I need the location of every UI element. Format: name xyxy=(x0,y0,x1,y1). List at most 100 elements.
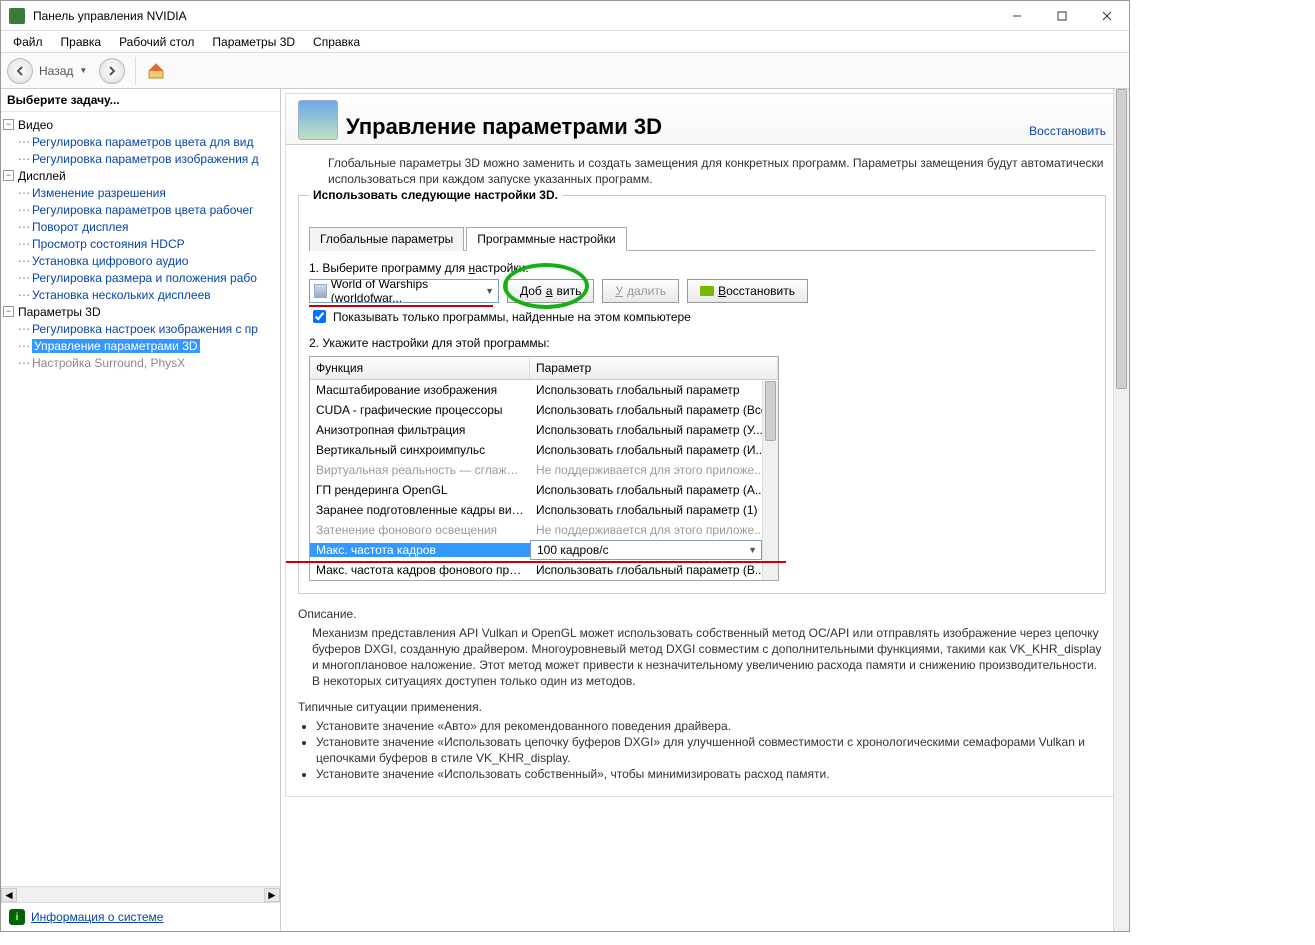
typical-title: Типичные ситуации применения. xyxy=(298,699,1106,715)
step2-label: 2. Укажите настройки для этой программы: xyxy=(309,336,1095,350)
description-block: Описание. Механизм представления API Vul… xyxy=(286,606,1118,796)
nvidia-app-icon xyxy=(9,8,25,24)
nav-history-dropdown[interactable]: ▼ xyxy=(79,66,87,75)
table-row[interactable]: Макс. частота кадров фонового прило...Ис… xyxy=(310,560,778,580)
tree-item-desktop-color[interactable]: ⋯Регулировка параметров цвета рабочег xyxy=(3,201,278,218)
table-row[interactable]: Масштабирование изображенияИспользовать … xyxy=(310,380,778,400)
nav-back-button[interactable] xyxy=(7,58,33,84)
table-scrollbar[interactable] xyxy=(762,381,778,580)
show-found-only-input[interactable] xyxy=(313,310,326,323)
maximize-button[interactable] xyxy=(1039,1,1084,31)
sidebar-hscrollbar[interactable]: ◄ ► xyxy=(1,886,280,902)
tree-item-video-color[interactable]: ⋯Регулировка параметров цвета для вид xyxy=(3,133,278,150)
tree-item-surround-physx[interactable]: ⋯Настройка Surround, PhysX xyxy=(3,354,278,371)
page-header: Управление параметрами 3D Восстановить xyxy=(286,94,1118,145)
tree-item-resolution[interactable]: ⋯Изменение разрешения xyxy=(3,184,278,201)
system-info-link[interactable]: Информация о системе xyxy=(31,910,163,924)
main-scrollbar[interactable] xyxy=(1113,89,1129,931)
table-row-selected[interactable]: Макс. частота кадров 100 кадров/с ▼ xyxy=(310,540,778,560)
tree-item-multimon[interactable]: ⋯Установка нескольких дисплеев xyxy=(3,286,278,303)
col-function[interactable]: Функция xyxy=(310,357,530,379)
main-area: Управление параметрами 3D Восстановить Г… xyxy=(281,89,1129,931)
minimize-button[interactable] xyxy=(994,1,1039,31)
table-row[interactable]: Вертикальный синхроимпульсИспользовать г… xyxy=(310,440,778,460)
info-icon: i xyxy=(9,909,25,925)
window-buttons xyxy=(994,1,1129,31)
nvidia-logo-icon xyxy=(700,286,714,296)
tree-item-manage-3d[interactable]: ⋯Управление параметрами 3D xyxy=(3,337,278,354)
restore-button[interactable]: Восстановить xyxy=(687,279,808,303)
tree-item-video-image[interactable]: ⋯Регулировка параметров изображения д xyxy=(3,150,278,167)
tabs: Глобальные параметры Программные настрой… xyxy=(309,226,1095,251)
tree-item-image-settings[interactable]: ⋯Регулировка настроек изображения с пр xyxy=(3,320,278,337)
collapse-icon[interactable]: − xyxy=(3,119,14,130)
tree-cat-video[interactable]: − Видео xyxy=(3,116,278,133)
toolbar: Назад ▼ xyxy=(1,53,1129,89)
settings-table-body[interactable]: Масштабирование изображенияИспользовать … xyxy=(310,380,778,580)
list-item: Установите значение «Использовать собств… xyxy=(316,766,1106,782)
tree-cat-display[interactable]: − Дисплей xyxy=(3,167,278,184)
page-title: Управление параметрами 3D xyxy=(346,114,1029,140)
body: Выберите задачу... − Видео ⋯Регулировка … xyxy=(1,89,1129,931)
description-text: Механизм представления API Vulkan и Open… xyxy=(298,625,1106,690)
menu-help[interactable]: Справка xyxy=(305,33,368,51)
home-icon[interactable] xyxy=(146,61,166,81)
window-title: Панель управления NVIDIA xyxy=(31,9,994,23)
program-select-value: World of Warships (worldofwar... xyxy=(331,279,485,303)
table-row[interactable]: CUDA - графические процессорыИспользоват… xyxy=(310,400,778,420)
scroll-right-icon[interactable]: ► xyxy=(264,888,280,902)
menubar: Файл Правка Рабочий стол Параметры 3D Сп… xyxy=(1,31,1129,53)
tree-cat-3d[interactable]: − Параметры 3D xyxy=(3,303,278,320)
tree-item-audio[interactable]: ⋯Установка цифрового аудио xyxy=(3,252,278,269)
close-button[interactable] xyxy=(1084,1,1129,31)
sidebar: Выберите задачу... − Видео ⋯Регулировка … xyxy=(1,89,281,931)
tree-item-hdcp[interactable]: ⋯Просмотр состояния HDCP xyxy=(3,235,278,252)
content-wrap: Управление параметрами 3D Восстановить Г… xyxy=(285,93,1119,797)
show-found-only-checkbox[interactable]: Показывать только программы, найденные н… xyxy=(309,307,1095,326)
menu-desktop[interactable]: Рабочий стол xyxy=(111,33,202,51)
scroll-track[interactable] xyxy=(17,888,264,902)
table-row[interactable]: Виртуальная реальность — сглаживан...Не … xyxy=(310,460,778,480)
add-button[interactable]: Добавить xyxy=(507,279,594,303)
scroll-thumb[interactable] xyxy=(765,381,776,441)
chevron-down-icon: ▼ xyxy=(744,545,761,555)
selected-function: Макс. частота кадров xyxy=(310,543,530,557)
settings-table: Функция Параметр Масштабирование изображ… xyxy=(309,356,779,581)
collapse-icon[interactable]: − xyxy=(3,306,14,317)
typical-list: Установите значение «Авто» для рекомендо… xyxy=(316,718,1106,783)
list-item: Установите значение «Авто» для рекомендо… xyxy=(316,718,1106,734)
step1-label: 1. Выберите программу для настройки: xyxy=(309,261,1095,275)
menu-file[interactable]: Файл xyxy=(5,33,51,51)
menu-edit[interactable]: Правка xyxy=(53,33,110,51)
program-select[interactable]: World of Warships (worldofwar... ▼ xyxy=(309,279,499,303)
remove-button[interactable]: Удалить xyxy=(602,279,679,303)
list-item: Установите значение «Использовать цепочк… xyxy=(316,734,1106,766)
tree-item-rotate[interactable]: ⋯Поворот дисплея xyxy=(3,218,278,235)
description-title: Описание. xyxy=(298,606,1106,622)
page-header-icon xyxy=(298,100,338,140)
table-row[interactable]: Затенение фонового освещенияНе поддержив… xyxy=(310,520,778,540)
collapse-icon[interactable]: − xyxy=(3,170,14,181)
menu-3d[interactable]: Параметры 3D xyxy=(204,33,303,51)
toolbar-divider xyxy=(135,57,136,85)
table-row[interactable]: Заранее подготовленные кадры вирту...Исп… xyxy=(310,500,778,520)
col-parameter[interactable]: Параметр xyxy=(530,357,778,379)
nav-forward-button[interactable] xyxy=(99,58,125,84)
app-icon xyxy=(314,284,327,298)
tab-global[interactable]: Глобальные параметры xyxy=(309,227,464,251)
titlebar: Панель управления NVIDIA xyxy=(1,1,1129,31)
tree-item-size-pos[interactable]: ⋯Регулировка размера и положения рабо xyxy=(3,269,278,286)
scroll-thumb[interactable] xyxy=(1116,89,1127,389)
scroll-left-icon[interactable]: ◄ xyxy=(1,888,17,902)
tab-program[interactable]: Программные настройки xyxy=(466,227,626,251)
settings-groupbox: Использовать следующие настройки 3D. Гло… xyxy=(298,195,1106,594)
task-tree[interactable]: − Видео ⋯Регулировка параметров цвета дл… xyxy=(1,112,280,886)
restore-defaults-link[interactable]: Восстановить xyxy=(1029,124,1106,138)
table-row[interactable]: Анизотропная фильтрацияИспользовать глоб… xyxy=(310,420,778,440)
table-row[interactable]: ГП рендеринга OpenGLИспользовать глобаль… xyxy=(310,480,778,500)
system-info: i Информация о системе xyxy=(1,902,280,931)
selected-value-dropdown[interactable]: 100 кадров/с ▼ xyxy=(530,540,762,560)
chevron-down-icon: ▼ xyxy=(485,286,494,296)
task-title: Выберите задачу... xyxy=(1,89,280,112)
nvidia-control-panel-window: Панель управления NVIDIA Файл Правка Раб… xyxy=(0,0,1130,932)
